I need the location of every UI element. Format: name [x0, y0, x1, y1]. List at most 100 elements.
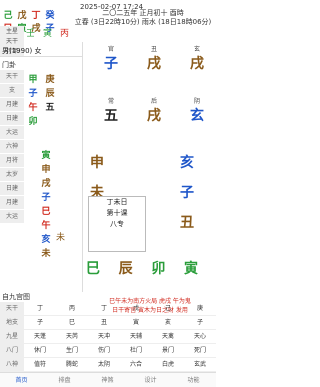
grid-cell-row2: 后戌 [147, 96, 161, 125]
date-info: 二〇二五年 正月初十 酉時 立春 (3日22時10分) 雨水 (18日18時06… [70, 9, 216, 27]
table-row: 八门 休门 生门 伤门 杜门 景门 死门 [0, 344, 216, 358]
grid-cell-label: 官 [107, 46, 114, 53]
grid-cell-top: 玄戌 [190, 44, 204, 73]
section-title-gate: 门卦 [2, 61, 16, 69]
left-char: 辰 [45, 89, 55, 99]
tab-chart[interactable]: 排盘 [43, 375, 86, 384]
grid-cell-bottom: 卯 [151, 258, 165, 278]
table-cell: 子 [36, 319, 43, 326]
table-row-label: 天干 [0, 302, 24, 315]
grid-cell-value: 申 [90, 155, 104, 171]
left-char: 子 [41, 193, 51, 203]
grid-right-column: 亥子丑 [176, 152, 198, 242]
sidebar-label-2: 天干 [0, 36, 24, 46]
left-extra-char: 未 [56, 233, 66, 243]
table-cell: 寅 [132, 319, 139, 326]
grid-cell-value: 玄 [190, 108, 204, 124]
sidebar-row-label: 日建 [0, 112, 24, 126]
sidebar-row-label: 大运 [0, 126, 24, 140]
sidebar-row-label: 支 [0, 84, 24, 98]
tab-features[interactable]: 功能 [172, 375, 215, 384]
sidebar-row-label: 太岁 [0, 168, 24, 182]
grid-cell-value: 戌 [147, 108, 161, 124]
divider-vertical [82, 42, 83, 292]
person-info[interactable]: 男(1990) 女 [2, 46, 42, 56]
table-cell: 天芮 [65, 333, 78, 340]
table-cell: 死门 [193, 347, 206, 354]
grid-cell-value: 五 [104, 108, 118, 124]
grid-cell-bottom: 辰 [119, 258, 133, 278]
grid-cell-bottom: 巳 [86, 258, 100, 278]
grid-cell-row2: 阴玄 [190, 96, 204, 125]
table-cell: 天蓬 [33, 333, 46, 340]
table-row-label: 八神 [0, 358, 24, 371]
sidebar-row-label: 六神 [0, 140, 24, 154]
grid-cell-label: 阴 [193, 98, 200, 105]
grid-cell-value: 卯 [151, 261, 166, 277]
left-char-column-1: 甲子午卯 [27, 72, 39, 128]
grid-cell-label: 玄 [193, 46, 200, 53]
table-cell: 值符 [33, 361, 46, 368]
grid-cell-value: 亥 [180, 155, 194, 171]
tab-home[interactable]: 首页 [0, 375, 43, 384]
table-cell: 腾蛇 [65, 361, 78, 368]
left-char: 子 [28, 89, 38, 99]
pillar-stem: 戊 [17, 11, 27, 21]
table-cell: 太阴 [97, 361, 110, 368]
table-cell: 巳 [68, 319, 75, 326]
left-char: 亥 [41, 235, 51, 245]
top-chars: 壬寅丙 [26, 29, 70, 39]
grid-cell-value: 辰 [118, 261, 133, 277]
divider [0, 56, 82, 57]
table-row: 八神 值符 腾蛇 太阴 六合 白虎 玄武 [0, 358, 216, 372]
sidebar-row-label: 月将 [0, 154, 24, 168]
nine-palace-table: 天干 丁 丙 丁 戊 己 庚地支 子 巳 丑 寅 亥 子九星 天蓬 天芮 天冲 天辅 天禽 天心 八门 休门 生门 伤门 杜门… [0, 302, 216, 372]
section-title-nine-palace: 自九宫图 [2, 293, 30, 301]
table-cell: 天心 [193, 333, 206, 340]
grid-cell-left: 申 [86, 152, 108, 172]
table-row-label: 地支 [0, 316, 24, 329]
sidebar-row-label: 月建 [0, 98, 24, 112]
table-cell: 亥 [164, 319, 171, 326]
grid-cell-right: 丑 [176, 212, 198, 232]
tab-design[interactable]: 设计 [129, 375, 172, 384]
table-cell: 子 [196, 319, 203, 326]
grid-cell-label: 常 [107, 98, 114, 105]
left-char: 未 [41, 249, 51, 259]
table-cell: 丁 [100, 305, 107, 312]
left-char: 巳 [41, 207, 51, 217]
table-cell: 天冲 [97, 333, 110, 340]
left-char: 午 [28, 103, 38, 113]
grid-top-row: 官子丑戌玄戌 [104, 44, 204, 73]
table-cell: 戊 [132, 305, 139, 312]
table-cell: 己 [164, 305, 171, 312]
grid-cell-value: 戌 [147, 56, 161, 72]
grid-cell-row2: 常五 [104, 96, 118, 125]
sidebar-row-label: 月建 [0, 196, 24, 210]
table-cell: 丁 [36, 305, 43, 312]
table-cell: 丙 [68, 305, 75, 312]
sidebar-row-label: 日建 [0, 182, 24, 196]
center-day: 丁未日 [106, 198, 128, 206]
pillar-stem: 丁 [31, 11, 41, 21]
lunar-date: 二〇二五年 正月初十 酉時 [102, 9, 184, 17]
left-char-column-3: 寅申戌子巳午亥未 [40, 148, 52, 260]
table-cell: 丑 [100, 319, 107, 326]
solar-term: 立春 (3日22時10分) 雨水 (18日18時06分) [74, 18, 212, 26]
left-char: 戌 [41, 179, 51, 189]
table-cell: 景门 [161, 347, 174, 354]
grid-cell-label: 后 [150, 98, 157, 105]
grid-bottom-row: 巳辰卯寅 [86, 258, 198, 278]
table-row-label: 九星 [0, 330, 24, 343]
left-char: 甲 [28, 75, 38, 85]
left-char: 卯 [28, 117, 38, 127]
table-cell: 休门 [33, 347, 46, 354]
tab-shensha[interactable]: 神煞 [86, 375, 129, 384]
left-char: 申 [41, 165, 51, 175]
table-cell: 玄武 [193, 361, 206, 368]
tab-bar: 首页 排盘 神煞 设计 功能 [0, 372, 216, 387]
left-label-column: 天干支月建 日建 大运 六神 月将 太岁 日建 月建 大运 [0, 70, 24, 224]
left-char: 午 [41, 221, 51, 231]
grid-cell-value: 子 [104, 56, 118, 72]
table-cell: 伤门 [97, 347, 110, 354]
